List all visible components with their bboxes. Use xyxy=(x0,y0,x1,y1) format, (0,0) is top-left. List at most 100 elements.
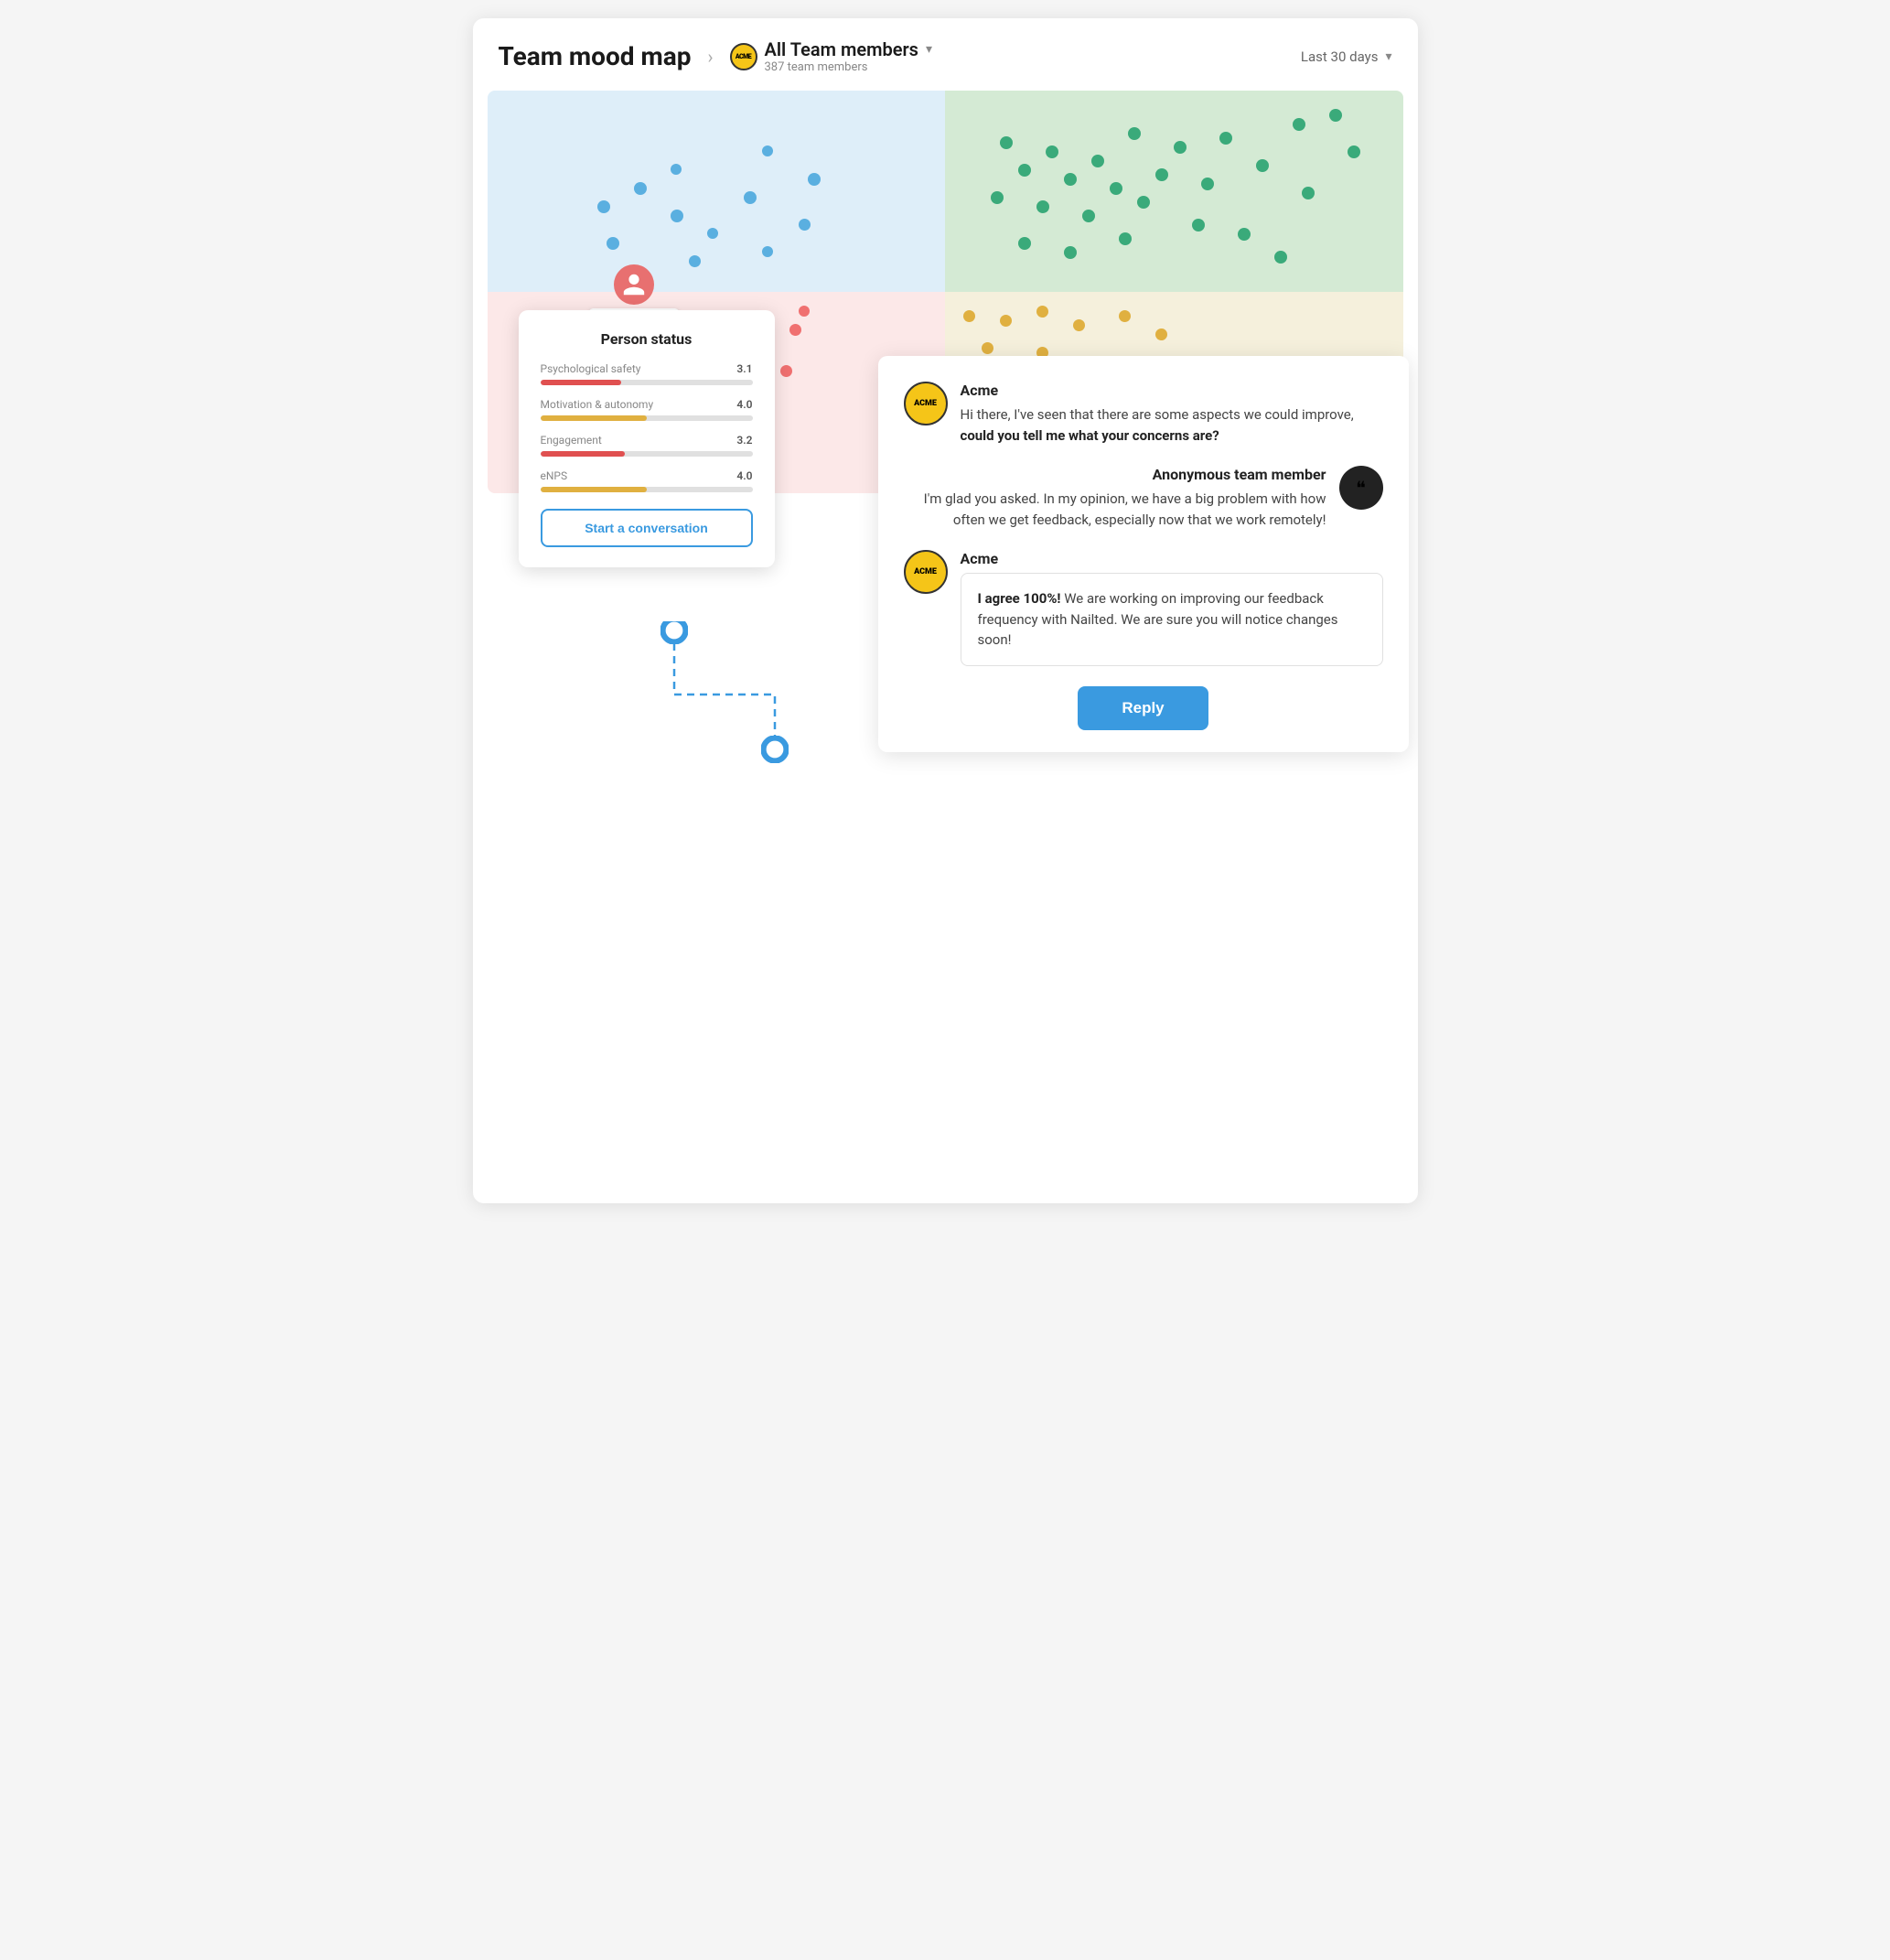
dot xyxy=(1192,219,1205,232)
conversation-panel: ACME Acme Hi there, I've seen that there… xyxy=(878,356,1409,752)
dot xyxy=(1082,210,1095,222)
dot xyxy=(671,164,682,175)
status-card: Person status Psychological safety 3.1 M… xyxy=(519,310,775,567)
dot xyxy=(1256,159,1269,172)
dot xyxy=(762,246,773,257)
dot xyxy=(1302,187,1315,199)
date-dropdown-icon: ▾ xyxy=(1385,49,1391,64)
dot xyxy=(1018,164,1031,177)
dot xyxy=(707,228,718,239)
message-box: I agree 100%! We are working on improvin… xyxy=(961,573,1383,666)
dot xyxy=(1091,155,1104,167)
dot xyxy=(1018,237,1031,250)
dot xyxy=(1201,178,1214,190)
person-avatar-icon xyxy=(614,264,654,305)
dot xyxy=(1137,196,1150,209)
metric-engagement: Engagement 3.2 xyxy=(541,434,753,457)
avatar-silhouette xyxy=(621,272,647,297)
dot xyxy=(607,237,619,250)
page-header: Team mood map › ACME All Team members ▾ … xyxy=(473,18,1418,91)
acme-logo-icon: ACME xyxy=(730,43,757,70)
message-content: Acme Hi there, I've seen that there are … xyxy=(961,382,1383,446)
dot xyxy=(799,219,811,231)
team-dropdown-icon: ▾ xyxy=(926,42,932,57)
reply-sender: Anonymous team member xyxy=(904,466,1326,483)
acme-avatar-2: ACME xyxy=(904,550,948,594)
main-content: Anonymous team member Person status Psyc… xyxy=(473,91,1418,1203)
dot xyxy=(1119,310,1131,322)
dot xyxy=(1128,127,1141,140)
dot xyxy=(1155,168,1168,181)
team-count: 387 team members xyxy=(765,60,932,74)
metric-enps: eNPS 4.0 xyxy=(541,469,753,492)
dot xyxy=(1174,141,1187,154)
dot xyxy=(789,324,801,336)
reply-text: I'm glad you asked. In my opinion, we ha… xyxy=(904,489,1326,530)
start-conversation-button[interactable]: Start a conversation xyxy=(541,509,753,547)
dot xyxy=(597,200,610,213)
date-range-label: Last 30 days xyxy=(1301,48,1379,65)
reply-button[interactable]: Reply xyxy=(1078,686,1208,730)
anon-avatar: ❝ xyxy=(1339,466,1383,510)
status-card-title: Person status xyxy=(541,330,753,348)
dot xyxy=(1274,251,1287,264)
quote-icon: ❝ xyxy=(1356,477,1366,499)
dot xyxy=(671,210,683,222)
metric-value: 3.1 xyxy=(736,362,752,375)
conversation-message-2: Anonymous team member I'm glad you asked… xyxy=(904,466,1383,530)
progress-track xyxy=(541,487,753,492)
metric-label: Motivation & autonomy xyxy=(541,398,654,411)
message-text: Hi there, I've seen that there are some … xyxy=(961,404,1383,446)
dot xyxy=(1219,132,1232,145)
dot xyxy=(1110,182,1122,195)
message-sender: Acme xyxy=(961,382,1383,399)
acme-avatar: ACME xyxy=(904,382,948,425)
metric-value: 3.2 xyxy=(736,434,752,447)
dot xyxy=(808,173,821,186)
progress-fill xyxy=(541,380,621,385)
dot xyxy=(689,255,701,267)
team-selector[interactable]: ACME All Team members ▾ 387 team members xyxy=(730,38,932,74)
metric-label: Engagement xyxy=(541,434,602,447)
metric-value: 4.0 xyxy=(736,469,752,482)
dot xyxy=(1064,173,1077,186)
dot xyxy=(1036,306,1048,318)
progress-track xyxy=(541,415,753,421)
progress-track xyxy=(541,451,753,457)
dot xyxy=(1293,118,1305,131)
dot xyxy=(963,310,975,322)
reply-content: Anonymous team member I'm glad you asked… xyxy=(904,466,1326,530)
quadrant-top-left xyxy=(488,91,946,292)
metric-value: 4.0 xyxy=(736,398,752,411)
date-range-selector[interactable]: Last 30 days ▾ xyxy=(1301,48,1392,65)
dot xyxy=(1000,136,1013,149)
metric-label: Psychological safety xyxy=(541,362,641,375)
dot xyxy=(1073,319,1085,331)
dot xyxy=(1238,228,1251,241)
dot xyxy=(1155,328,1167,340)
dot xyxy=(762,145,773,156)
dot xyxy=(1000,315,1012,327)
dot xyxy=(780,365,792,377)
dot xyxy=(799,306,810,317)
dot xyxy=(634,182,647,195)
dot xyxy=(1119,232,1132,245)
dot xyxy=(982,342,993,354)
page-title: Team mood map xyxy=(499,41,692,71)
quadrant-top-right xyxy=(945,91,1403,292)
dot xyxy=(1329,109,1342,122)
progress-fill xyxy=(541,451,626,457)
progress-track xyxy=(541,380,753,385)
conversation-message-3: ACME Acme I agree 100%! We are working o… xyxy=(904,550,1383,666)
breadcrumb-chevron: › xyxy=(707,46,713,68)
metric-psychological-safety: Psychological safety 3.1 xyxy=(541,362,753,385)
dot xyxy=(1348,145,1360,158)
message-sender-3: Acme xyxy=(961,550,1383,567)
message-content-3: Acme I agree 100%! We are working on imp… xyxy=(961,550,1383,666)
dot xyxy=(1064,246,1077,259)
progress-fill xyxy=(541,487,647,492)
metric-label: eNPS xyxy=(541,469,568,482)
conversation-message-1: ACME Acme Hi there, I've seen that there… xyxy=(904,382,1383,446)
dot xyxy=(744,191,757,204)
dot xyxy=(991,191,1004,204)
